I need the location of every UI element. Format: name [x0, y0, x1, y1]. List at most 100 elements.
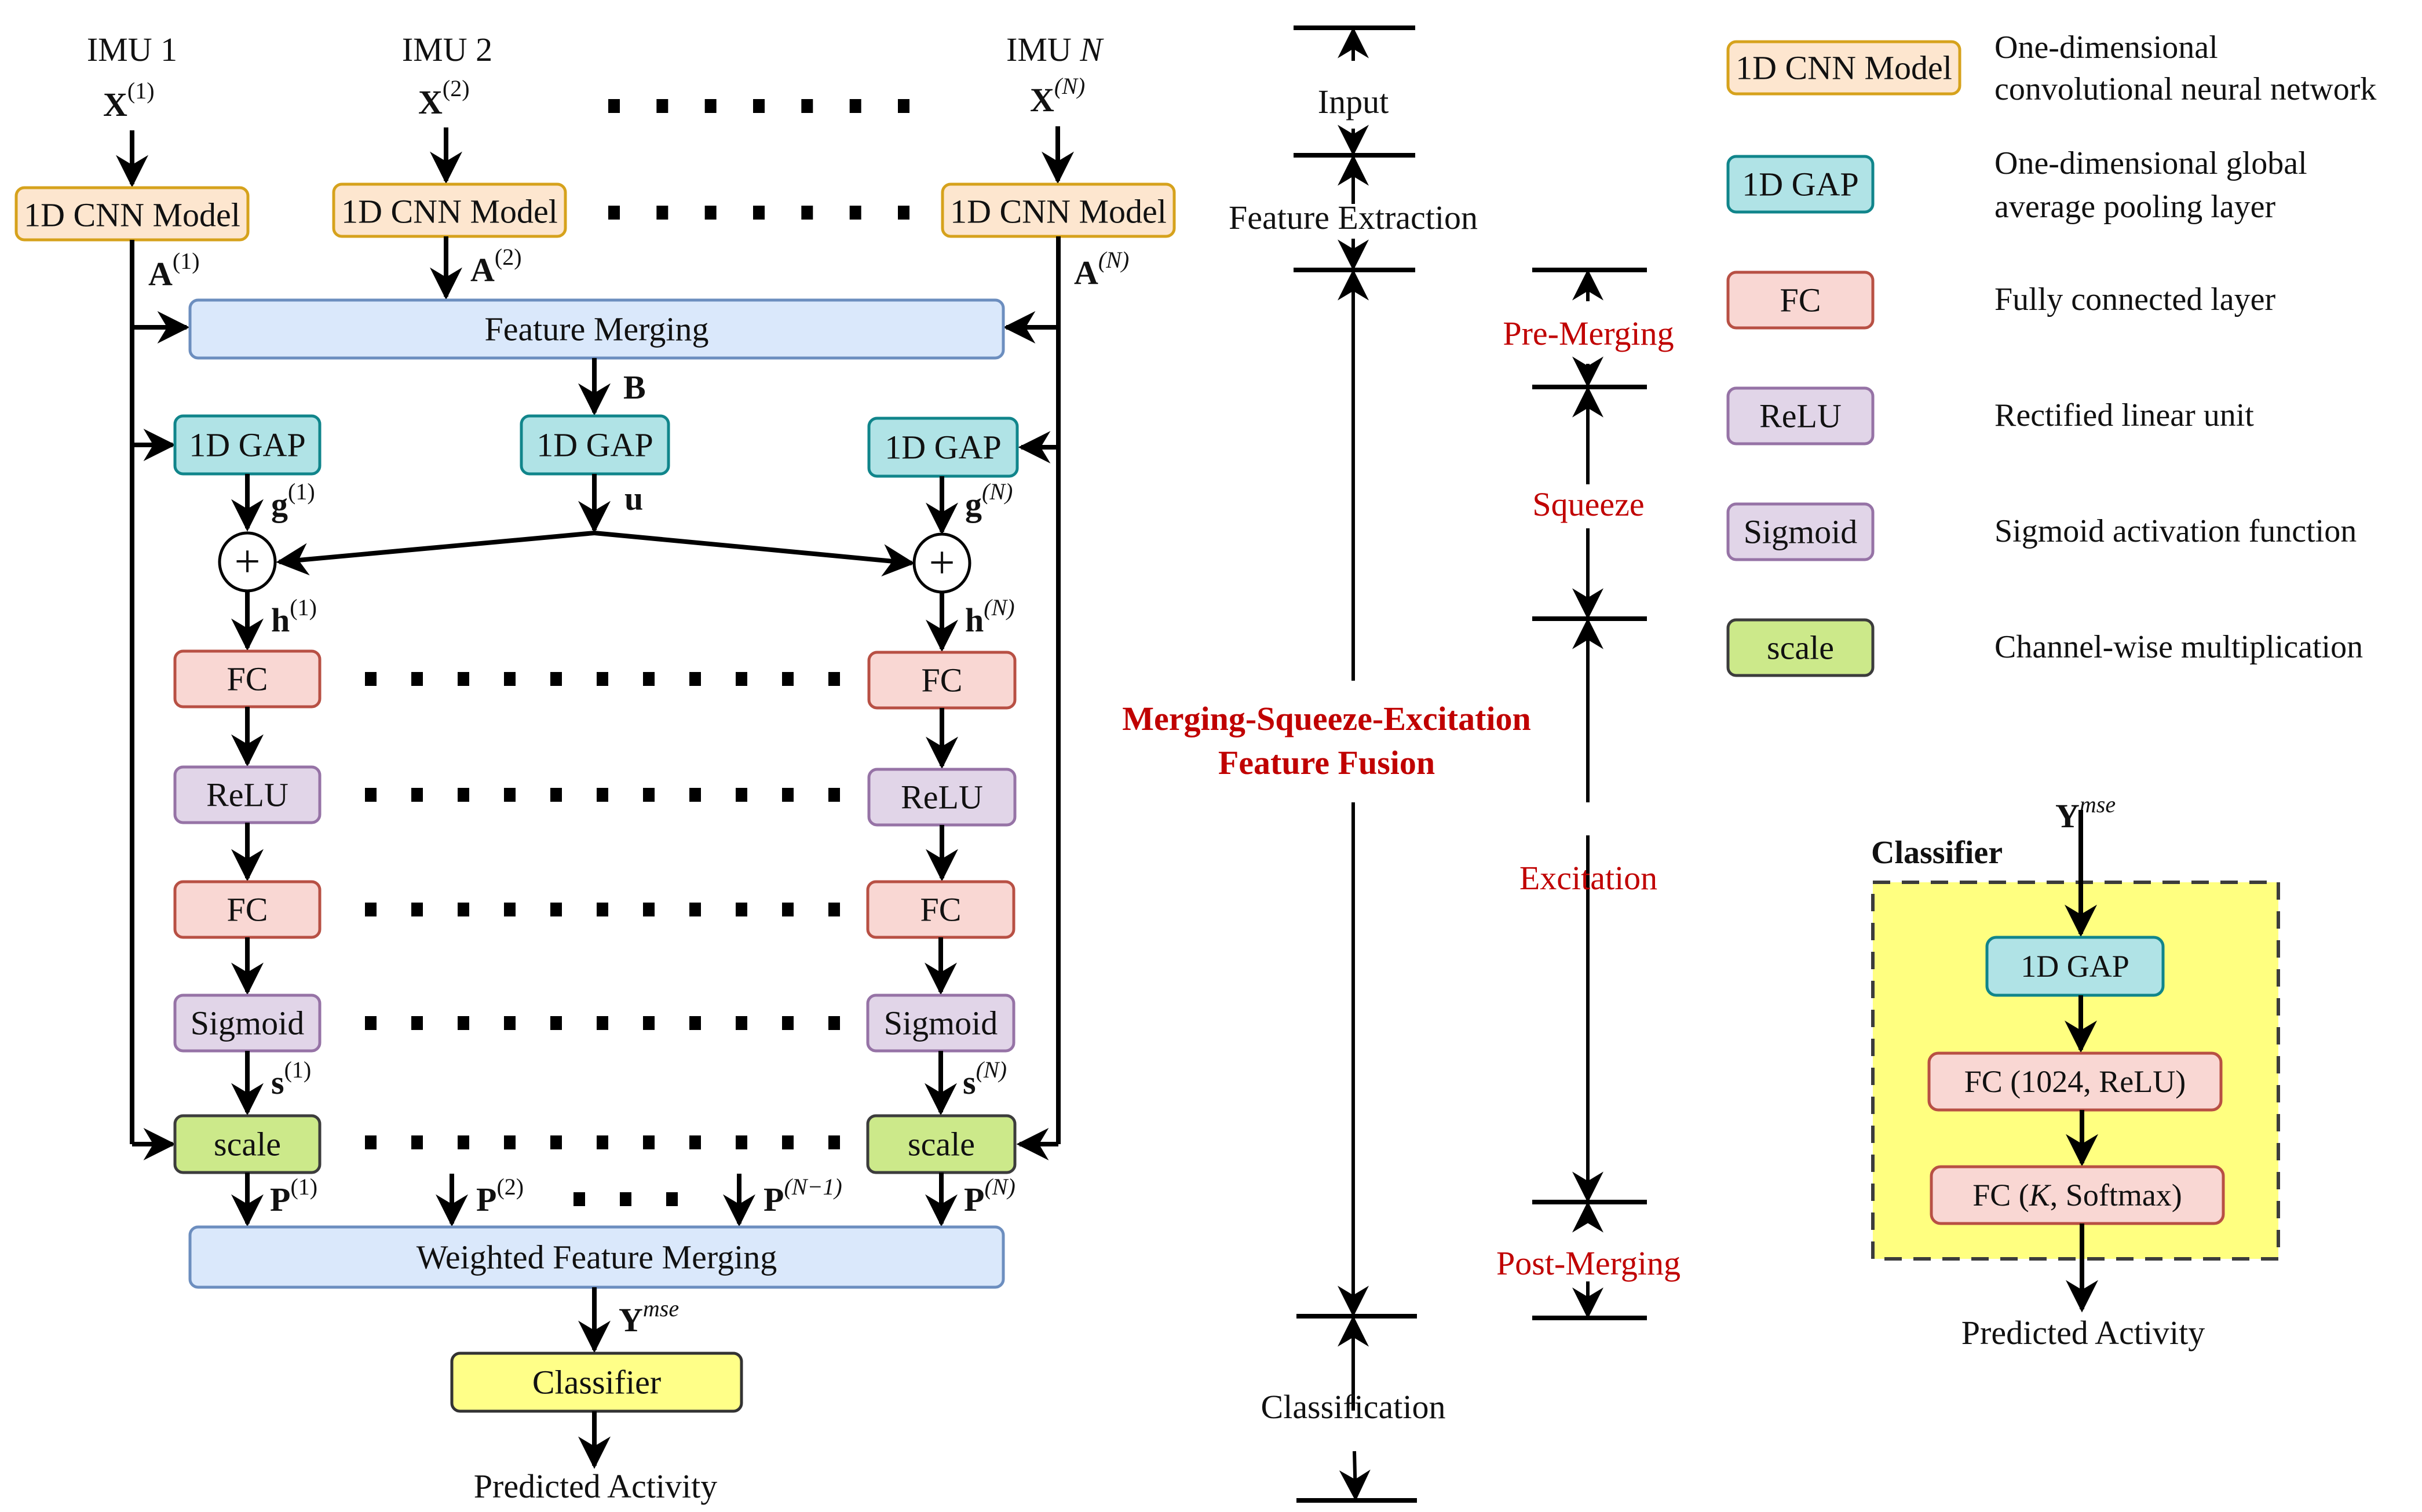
ellipsis-dot [365, 788, 377, 802]
ellipsis-dot [736, 788, 747, 802]
ellipsis-dot [365, 672, 377, 686]
svg-text:+: + [929, 538, 955, 589]
ellipsis-row-cnn [608, 206, 909, 220]
svg-text:1D GAP: 1D GAP [2021, 949, 2129, 984]
ellipsis-dot [801, 99, 813, 113]
input-xn: X(N) [1030, 73, 1085, 119]
ellipsis-dot [828, 1016, 840, 1030]
svg-text:ReLU: ReLU [206, 776, 288, 814]
label-s1: s(1) [271, 1057, 311, 1101]
cnn-block-2: 1D CNN Model [332, 182, 567, 238]
fc1-block-n: FC [867, 651, 1017, 710]
ellipsis-dot [573, 1192, 585, 1206]
svg-text:scale: scale [908, 1126, 975, 1163]
svg-text:Rectified linear unit: Rectified linear unit [1994, 397, 2254, 433]
legend-item-relu: ReLU Rectified linear unit [1726, 386, 2254, 445]
ellipsis-dot [656, 206, 668, 220]
ellipsis-dot [736, 903, 747, 916]
svg-text:Feature Merging: Feature Merging [484, 311, 708, 348]
ellipsis-row-p [573, 1192, 678, 1206]
ellipsis-dot [550, 788, 562, 802]
ellipsis-dot [828, 1135, 840, 1149]
ellipsis-dot [458, 788, 469, 802]
svg-text:Sigmoid: Sigmoid [1744, 513, 1858, 551]
stage-msef-line1: Merging-Squeeze-Excitation [1122, 700, 1531, 737]
imu-1-label: IMU 1 [87, 31, 177, 68]
ellipsis-dot [411, 903, 423, 916]
ellipsis-dot [689, 1135, 701, 1149]
fc2-block-n: FC [866, 880, 1015, 939]
legend-item-gap: 1D GAP One-dimensional global average po… [1726, 145, 2307, 225]
stage-excitation: Excitation [1519, 859, 1657, 897]
svg-text:convolutional neural network: convolutional neural network [1994, 71, 2376, 107]
ellipsis-dot [550, 1135, 562, 1149]
ellipsis-dot [458, 903, 469, 916]
label-p1: P(1) [270, 1174, 317, 1218]
ellipsis-dot [704, 99, 717, 113]
scale-block-n: scale [866, 1114, 1017, 1174]
ellipsis-dot [504, 1135, 516, 1149]
ellipsis-row-sigmoid [365, 1016, 840, 1030]
svg-text:Weighted Feature Merging: Weighted Feature Merging [417, 1239, 777, 1276]
label-pn: P(N) [964, 1174, 1015, 1218]
label-h1: h(1) [271, 594, 317, 639]
svg-text:average pooling layer: average pooling layer [1994, 189, 2275, 225]
svg-text:1D GAP: 1D GAP [1742, 166, 1858, 203]
sigmoid-block-n: Sigmoid [866, 994, 1015, 1053]
label-g1: g(1) [271, 479, 315, 523]
feature-merging-block: Feature Merging [188, 298, 1005, 360]
svg-text:FC: FC [227, 660, 268, 698]
svg-text:ReLU: ReLU [1759, 397, 1842, 435]
ellipsis-dot [550, 1016, 562, 1030]
ellipsis-dot [411, 788, 423, 802]
label-y-mse: Ymse [619, 1295, 679, 1339]
classifier-detail-fc-relu: FC (1024, ReLU) [1927, 1051, 2223, 1112]
ellipsis-dot [458, 1016, 469, 1030]
ellipsis-dot [656, 99, 668, 113]
weighted-feature-merging-block: Weighted Feature Merging [188, 1225, 1005, 1289]
ellipsis-dot [689, 672, 701, 686]
ellipsis-dot [736, 1016, 747, 1030]
svg-text:1D CNN Model: 1D CNN Model [950, 193, 1167, 231]
ellipsis-dot [504, 903, 516, 916]
ellipsis-dot [753, 206, 765, 220]
ellipsis-dot [849, 99, 861, 113]
svg-text:FC (1024, ReLU): FC (1024, ReLU) [1964, 1064, 2186, 1099]
classifier-detail-input: Ymse [2055, 791, 2116, 835]
stage-classification: Classification [1261, 1388, 1446, 1426]
label-gn: g(N) [965, 479, 1013, 523]
svg-text:1D CNN Model: 1D CNN Model [341, 193, 558, 231]
stage-squeeze: Squeeze [1532, 485, 1644, 523]
svg-text:FC: FC [922, 662, 963, 699]
ellipsis-dot [689, 788, 701, 802]
svg-text:1D GAP: 1D GAP [536, 426, 653, 464]
ellipsis-dot [782, 1016, 794, 1030]
ellipsis-dot [898, 99, 909, 113]
ellipsis-dot [365, 1135, 377, 1149]
gap-block-n: 1D GAP [867, 417, 1019, 478]
ellipsis-dot [458, 672, 469, 686]
ellipsis-dot [753, 99, 765, 113]
ellipsis-dot [458, 1135, 469, 1149]
svg-text:FC: FC [1780, 282, 1821, 319]
imu-n-label: IMU N [1006, 31, 1104, 68]
ellipsis-row-fc1 [365, 672, 840, 686]
ellipsis-dot [411, 672, 423, 686]
ellipsis-dot [736, 672, 747, 686]
ellipsis-dot [689, 1016, 701, 1030]
svg-text:One-dimensional: One-dimensional [1994, 30, 2218, 65]
ellipsis-dot [608, 99, 620, 113]
label-hn: h(N) [965, 594, 1015, 639]
stage-input: Input [1318, 83, 1389, 120]
classifier-detail-gap: 1D GAP [1985, 936, 2165, 997]
ellipsis-row-scale [365, 1135, 840, 1149]
svg-text:One-dimensional global: One-dimensional global [1994, 145, 2307, 181]
label-a1: A(1) [148, 248, 200, 293]
ellipsis-dot [597, 788, 608, 802]
stage-feature-extraction: Feature Extraction [1229, 199, 1478, 236]
svg-text:scale: scale [214, 1126, 281, 1163]
label-p2: P(2) [476, 1174, 524, 1218]
ellipsis-dot [608, 206, 620, 220]
cnn-block-1: 1D CNN Model [14, 186, 250, 242]
classifier-detail-title: Classifier [1871, 835, 2003, 871]
